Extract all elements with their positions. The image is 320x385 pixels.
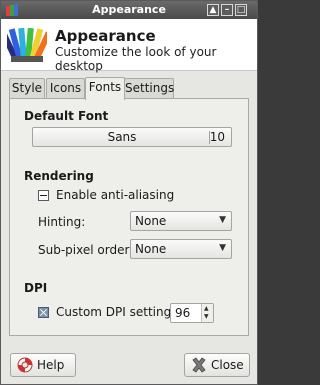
header-subtitle: Customize the look of your desktop	[55, 45, 217, 73]
dpi-spinbutton[interactable]: 96 ▲ ▼	[170, 303, 214, 323]
subpixel-select[interactable]: None ▼	[130, 239, 232, 259]
header-title: Appearance	[55, 27, 156, 45]
maximize-icon[interactable]: □	[235, 4, 247, 16]
dropdown-arrow-icon: ▼	[219, 243, 226, 253]
tab-style[interactable]: Style	[9, 78, 45, 99]
subpixel-value: None	[135, 242, 167, 256]
color-swatch-icon	[7, 27, 47, 62]
fonts-panel: Default Font Sans 10 Rendering Enable an…	[9, 98, 249, 336]
title-bar[interactable]: Appearance ▲ – □	[1, 1, 257, 19]
close-x-icon	[192, 357, 206, 373]
help-lifebuoy-icon	[17, 357, 33, 373]
hinting-label: Hinting:	[38, 215, 86, 229]
spin-up-icon[interactable]: ▲	[204, 306, 209, 312]
tab-icons[interactable]: Icons	[46, 78, 85, 99]
tab-settings[interactable]: Settings	[124, 78, 174, 99]
font-name: Sans	[107, 130, 137, 144]
hinting-value: None	[135, 214, 167, 228]
dpi-spin-buttons: ▲ ▼	[201, 304, 213, 322]
custom-dpi-checkbox[interactable]	[38, 307, 49, 318]
minimize-icon[interactable]: –	[221, 4, 233, 16]
help-button[interactable]: Help	[10, 353, 76, 377]
font-chooser-button[interactable]: Sans 10	[32, 127, 232, 147]
close-button[interactable]: Close	[184, 353, 250, 377]
font-size: 10	[209, 130, 225, 144]
default-font-heading: Default Font	[24, 109, 109, 123]
header-banner: Appearance Customize the look of your de…	[1, 19, 257, 73]
antialias-checkbox[interactable]	[38, 190, 49, 201]
rendering-heading: Rendering	[24, 169, 94, 183]
custom-dpi-label[interactable]: Custom DPI setting:	[56, 305, 175, 319]
dropdown-arrow-icon: ▼	[219, 215, 226, 225]
up-icon[interactable]: ▲	[207, 4, 219, 16]
hinting-select[interactable]: None ▼	[130, 211, 232, 231]
dpi-value[interactable]: 96	[175, 306, 190, 320]
close-label: Close	[211, 358, 244, 372]
help-label: Help	[37, 358, 65, 372]
appearance-window: Appearance ▲ – □ Appearance Customize th…	[0, 0, 258, 385]
antialias-label[interactable]: Enable anti-aliasing	[56, 188, 174, 202]
dpi-heading: DPI	[24, 281, 48, 295]
subpixel-label: Sub-pixel order:	[38, 243, 134, 257]
close-icon[interactable]	[249, 4, 255, 16]
spin-down-icon[interactable]: ▼	[204, 314, 209, 320]
tab-fonts[interactable]: Fonts	[85, 77, 125, 100]
